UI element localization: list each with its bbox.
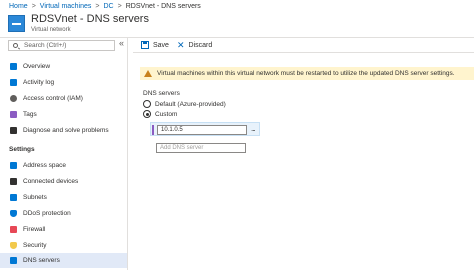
settings-section-header: Settings [9, 146, 35, 153]
sidebar-item-label: DDoS protection [23, 210, 71, 217]
sidebar-item-firewall[interactable]: Firewall [0, 222, 127, 237]
radio-custom[interactable]: Custom [143, 110, 177, 118]
virtual-network-icon [8, 15, 25, 32]
sidebar-item-access-control[interactable]: Access control (IAM) [0, 91, 127, 106]
sidebar-item-overview[interactable]: Overview [0, 59, 127, 74]
save-label: Save [153, 41, 169, 49]
close-icon: ✕ [176, 40, 185, 50]
tag-icon [10, 111, 17, 118]
breadcrumb-dc[interactable]: DC [104, 3, 114, 10]
sidebar-item-label: Address space [23, 162, 66, 169]
sidebar-item-label: Access control (IAM) [23, 95, 83, 102]
connected-devices-icon [10, 178, 17, 185]
page-header: RDSVnet - DNS servers Virtual network [0, 12, 474, 38]
sidebar-item-dns-servers[interactable]: DNS servers [0, 253, 127, 268]
drag-handle[interactable] [152, 125, 154, 135]
collapse-sidebar-button[interactable]: « [119, 38, 124, 48]
radio-button-selected[interactable] [143, 110, 151, 118]
sidebar-item-label: Activity log [23, 79, 55, 86]
subnets-icon [10, 194, 17, 201]
breadcrumb-separator: > [31, 2, 36, 10]
sidebar-item-subnets[interactable]: Subnets [0, 190, 127, 205]
sidebar-item-tags[interactable]: Tags [0, 107, 127, 122]
sidebar-item-address-space[interactable]: Address space [0, 158, 127, 173]
sidebar-item-label: Overview [23, 63, 51, 70]
sidebar-item-label: Diagnose and solve problems [23, 127, 109, 134]
banner-text: Virtual machines within this virtual net… [157, 70, 455, 77]
sidebar-item-label: Security [23, 242, 47, 249]
sidebar-item-ddos-protection[interactable]: DDoS protection [0, 206, 127, 221]
wrench-icon [10, 127, 17, 134]
save-button[interactable]: Save [141, 41, 169, 49]
search-placeholder: Search (Ctrl+/) [24, 42, 67, 49]
restart-warning-banner: Virtual machines within this virtual net… [140, 67, 474, 80]
sidebar-item-security[interactable]: Security [0, 238, 127, 253]
sidebar-item-diagnose[interactable]: Diagnose and solve problems [0, 123, 127, 138]
breadcrumb: Home > Virtual machines > DC > RDSVnet -… [0, 0, 474, 12]
radio-label: Custom [155, 110, 178, 118]
page-subtitle: Virtual network [31, 27, 71, 33]
breadcrumb-home[interactable]: Home [9, 3, 28, 10]
address-space-icon [10, 162, 17, 169]
firewall-icon [10, 226, 17, 233]
command-bar: Save ✕ Discard [133, 38, 474, 53]
dns-icon [10, 257, 17, 264]
breadcrumb-virtual-machines[interactable]: Virtual machines [40, 3, 92, 10]
sidebar-item-connected-devices[interactable]: Connected devices [0, 174, 127, 189]
breadcrumb-current: RDSVnet - DNS servers [125, 2, 201, 10]
add-dns-server-row: Add DNS server [150, 141, 260, 155]
search-icon [13, 43, 18, 48]
discard-label: Discard [188, 41, 213, 49]
radio-default-azure[interactable]: Default (Azure-provided) [143, 100, 226, 108]
sidebar-item-label: Tags [23, 111, 37, 118]
radio-label: Default (Azure-provided) [155, 100, 226, 108]
security-icon [10, 242, 17, 249]
shield-icon [10, 210, 17, 217]
dns-server-row: 10.1.0.5 ... [150, 122, 260, 136]
sidebar: Search (Ctrl+/) « Overview Activity log … [0, 38, 128, 270]
breadcrumb-separator: > [117, 2, 122, 10]
page-title: RDSVnet - DNS servers [31, 13, 149, 25]
warning-icon [144, 70, 152, 77]
radio-button[interactable] [143, 100, 151, 108]
save-icon [141, 41, 149, 49]
sidebar-item-label: Subnets [23, 194, 47, 201]
more-options-icon[interactable]: ... [251, 124, 256, 133]
sidebar-item-activity-log[interactable]: Activity log [0, 75, 127, 90]
sidebar-item-label: Connected devices [23, 178, 79, 185]
breadcrumb-separator: > [95, 2, 100, 10]
iam-icon [10, 95, 17, 102]
sidebar-item-label: DNS servers [23, 257, 60, 264]
discard-button[interactable]: ✕ Discard [176, 40, 213, 50]
sidebar-search-input[interactable]: Search (Ctrl+/) [8, 40, 115, 51]
add-dns-server-field[interactable]: Add DNS server [156, 143, 246, 153]
overview-icon [10, 63, 17, 70]
sidebar-item-label: Firewall [23, 226, 46, 233]
dns-servers-label: DNS servers [143, 90, 180, 97]
dns-server-field[interactable]: 10.1.0.5 [157, 125, 247, 135]
activity-log-icon [10, 79, 17, 86]
